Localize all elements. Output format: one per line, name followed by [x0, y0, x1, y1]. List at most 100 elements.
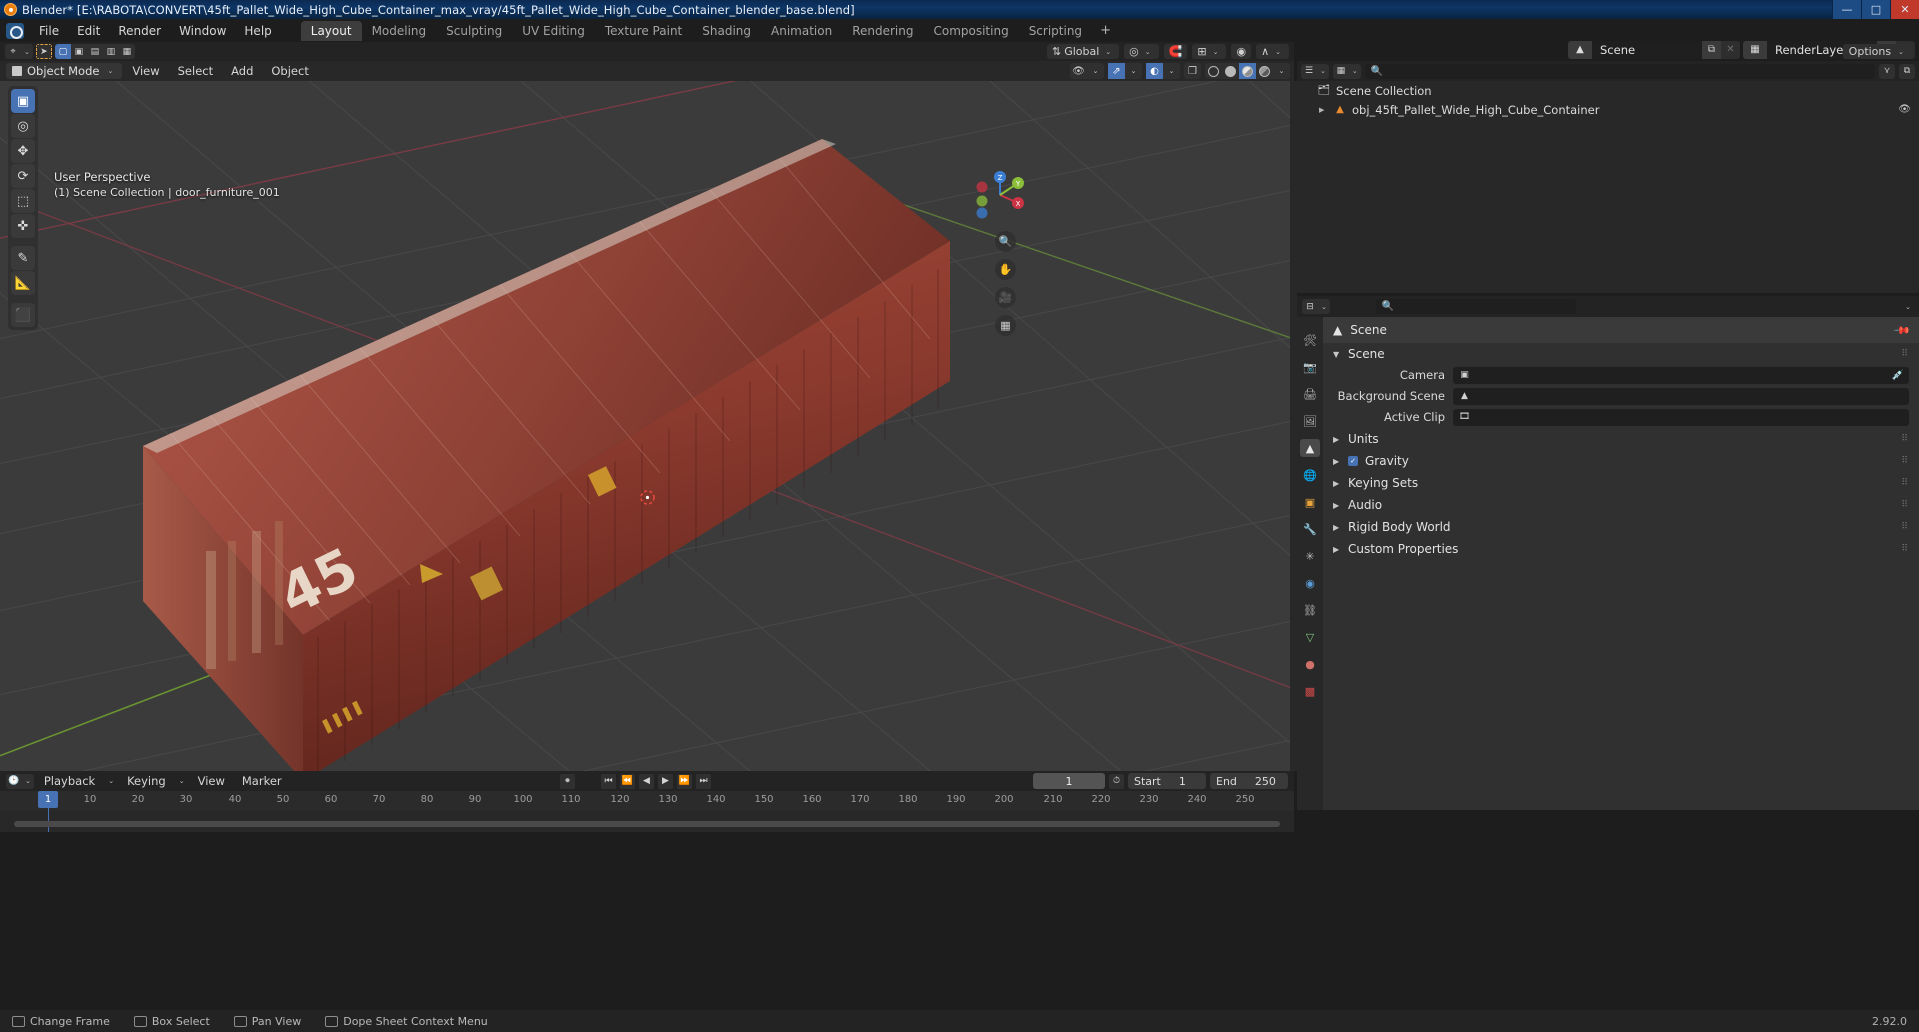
- 3d-viewport[interactable]: 45 User Perspective (1) Scene Collection…: [0, 81, 1294, 771]
- cursor-tool-button[interactable]: ◎: [11, 114, 35, 138]
- timeline-menu-marker[interactable]: Marker: [235, 773, 289, 789]
- end-frame-field[interactable]: End 250: [1210, 773, 1288, 789]
- xray-toggle[interactable]: ❐: [1184, 63, 1201, 79]
- snap-settings-dropdown[interactable]: ⊞ ⌄: [1192, 44, 1227, 59]
- play-button[interactable]: ▶: [658, 773, 673, 789]
- outliner-editor-type-button[interactable]: ☰ ⌄: [1301, 63, 1329, 79]
- chevron-down-icon[interactable]: ⌄: [1317, 67, 1329, 75]
- unlink-scene-button[interactable]: ✕: [1721, 40, 1740, 59]
- proportional-edit-toggle[interactable]: ◉: [1231, 44, 1252, 59]
- record-button[interactable]: ⏺: [560, 773, 575, 789]
- clock-icon[interactable]: 🕑: [6, 774, 22, 789]
- viewport-menu-object[interactable]: Object: [263, 63, 316, 79]
- minimize-button[interactable]: —: [1832, 0, 1861, 19]
- cursor-icon[interactable]: ⌖: [5, 44, 21, 59]
- outliner-search-input[interactable]: 🔍: [1364, 63, 1875, 79]
- properties-tab-output[interactable]: 🖨: [1300, 385, 1320, 403]
- active-clip-field[interactable]: 🎞: [1453, 408, 1909, 426]
- properties-tab-scene[interactable]: ▲: [1300, 439, 1320, 457]
- properties-tab-texture[interactable]: ▩: [1300, 682, 1320, 700]
- properties-tab-object[interactable]: ▣: [1300, 493, 1320, 511]
- xray-icon[interactable]: ❐: [1184, 63, 1201, 79]
- select-intersect-icon[interactable]: ▦: [119, 44, 135, 59]
- pin-icon[interactable]: 📌: [1893, 321, 1912, 340]
- timeline-editor-type-button[interactable]: 🕑 ⌄: [6, 773, 34, 789]
- tab-shading[interactable]: Shading: [692, 21, 761, 41]
- close-button[interactable]: ✕: [1890, 0, 1919, 19]
- view-layer-icon[interactable]: ▦: [1333, 64, 1349, 79]
- tab-layout[interactable]: Layout: [300, 20, 362, 41]
- menu-help[interactable]: Help: [235, 22, 280, 40]
- gizmo-group[interactable]: ⇗ ⌄: [1108, 63, 1142, 79]
- play-reverse-button[interactable]: ◀: [639, 773, 654, 789]
- prev-keyframe-button[interactable]: ⏪: [620, 773, 635, 789]
- outliner-icon[interactable]: ☰: [1301, 64, 1317, 79]
- panel-audio[interactable]: ▶ Audio ⠿: [1323, 494, 1919, 516]
- viewport-menu-view[interactable]: View: [124, 63, 167, 79]
- tab-sculpting[interactable]: Sculpting: [436, 21, 512, 41]
- menu-window[interactable]: Window: [170, 22, 235, 40]
- outliner-filter-button[interactable]: ⋎: [1879, 63, 1895, 79]
- chevron-down-icon[interactable]: ⌄: [1273, 63, 1290, 79]
- properties-search-input[interactable]: 🔍: [1375, 299, 1576, 314]
- eye-icon[interactable]: 👁: [1070, 63, 1087, 79]
- timeline-menu-playback[interactable]: Playback: [37, 773, 102, 789]
- outliner-row-scene-collection[interactable]: 🗂 Scene Collection: [1297, 81, 1919, 100]
- select-extend-icon[interactable]: ▣: [71, 44, 87, 59]
- scene-panel-header[interactable]: ▼ Scene ⠿: [1323, 343, 1919, 365]
- expander-icon[interactable]: ▶: [1319, 106, 1328, 114]
- timeline-menu-keying[interactable]: Keying: [120, 773, 173, 789]
- properties-tab-constraints[interactable]: ⛓: [1300, 601, 1320, 619]
- maximize-button[interactable]: □: [1861, 0, 1890, 19]
- falloff-dropdown[interactable]: ∧ ⌄: [1256, 44, 1289, 59]
- select-invert-icon[interactable]: ▥: [103, 44, 119, 59]
- viewport-menu-add[interactable]: Add: [223, 63, 261, 79]
- outliner-display-mode[interactable]: ▦ ⌄: [1332, 63, 1361, 79]
- new-scene-button[interactable]: ⧉: [1702, 40, 1721, 59]
- auto-key-icon[interactable]: ⏱: [1109, 773, 1124, 789]
- cursor-tool-group[interactable]: ⌖ ⌄: [5, 44, 33, 59]
- outliner-row-object[interactable]: ▶ ▲ obj_45ft_Pallet_Wide_High_Cube_Conta…: [1297, 100, 1919, 119]
- add-cube-tool-button[interactable]: ⬛: [11, 303, 35, 327]
- properties-tab-modifier[interactable]: 🔧: [1300, 520, 1320, 538]
- properties-icon[interactable]: ⊟: [1302, 299, 1318, 314]
- viewport-menu-select[interactable]: Select: [170, 63, 221, 79]
- tab-animation[interactable]: Animation: [761, 21, 842, 41]
- select-mode-group[interactable]: ▢ ▣ ▤ ▥ ▦: [54, 44, 135, 59]
- move-tool-button[interactable]: ✥: [11, 139, 35, 163]
- options-dropdown[interactable]: Options ⌄: [1842, 44, 1913, 59]
- tab-modeling[interactable]: Modeling: [362, 21, 437, 41]
- chevron-down-icon[interactable]: ⌄: [21, 48, 33, 56]
- shading-modes[interactable]: ⌄: [1205, 63, 1290, 79]
- solid-shading-icon[interactable]: [1222, 63, 1239, 79]
- scene-name[interactable]: Scene: [1592, 40, 1702, 59]
- grid-icon[interactable]: ▦: [995, 315, 1016, 336]
- gravity-checkbox[interactable]: ✓: [1348, 456, 1358, 466]
- jump-start-button[interactable]: ⏮: [601, 773, 616, 789]
- menu-edit[interactable]: Edit: [68, 22, 109, 40]
- properties-tab-physics[interactable]: ◉: [1300, 574, 1320, 592]
- jump-end-button[interactable]: ⏭: [696, 773, 711, 789]
- properties-tab-render[interactable]: 📷: [1300, 358, 1320, 376]
- panel-units[interactable]: ▶ Units ⠿: [1323, 428, 1919, 450]
- outliner-new-collection-button[interactable]: ⧉: [1899, 63, 1915, 79]
- transform-tool-button[interactable]: ✜: [11, 214, 35, 238]
- start-frame-field[interactable]: Start 1: [1128, 773, 1206, 789]
- hand-icon[interactable]: ✋: [995, 259, 1016, 280]
- select-arrow-icon[interactable]: ➤: [35, 44, 52, 59]
- overlays-group[interactable]: ◐ ⌄: [1146, 63, 1180, 79]
- eyedropper-icon[interactable]: 💉: [1892, 370, 1904, 381]
- chevron-down-icon[interactable]: ⌄: [1349, 67, 1361, 75]
- zoom-icon[interactable]: 🔍: [995, 231, 1016, 252]
- blender-logo-icon[interactable]: [6, 22, 24, 39]
- playhead[interactable]: 1: [38, 791, 58, 808]
- gizmo-icon[interactable]: ⇗: [1108, 63, 1125, 79]
- camera-field[interactable]: ▣ 💉: [1453, 366, 1909, 384]
- camera-icon[interactable]: 🎥: [995, 287, 1016, 308]
- scene-selector[interactable]: ▲ Scene ⧉ ✕: [1568, 40, 1740, 59]
- eye-icon[interactable]: 👁: [1898, 104, 1911, 115]
- object-mode-dropdown[interactable]: Object Mode ⌄: [6, 63, 123, 79]
- chevron-down-icon[interactable]: ⌄: [1163, 63, 1180, 79]
- select-tool-group[interactable]: ➤: [35, 44, 52, 59]
- measure-tool-button[interactable]: 📐: [11, 271, 35, 295]
